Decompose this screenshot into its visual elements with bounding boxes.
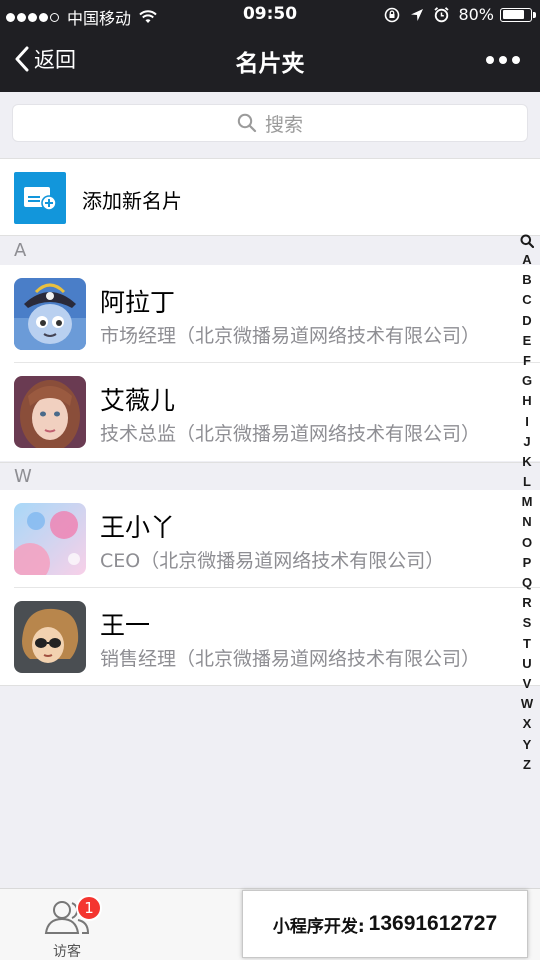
index-letter-a[interactable]: A <box>521 250 533 270</box>
cartoon-pirate-avatar <box>14 278 86 350</box>
location-icon <box>411 8 424 21</box>
index-letter-m[interactable]: M <box>521 492 533 512</box>
index-letter-y[interactable]: Y <box>521 735 533 755</box>
contact-name: 王小丫 <box>100 513 176 542</box>
add-card-label: 添加新名片 <box>82 189 182 213</box>
contact-row[interactable]: 艾薇儿 技术总监（北京微播易道网络技术有限公司） <box>0 363 540 461</box>
index-search-icon[interactable] <box>518 232 536 250</box>
section-header-w: W <box>0 462 540 490</box>
index-letter-x[interactable]: X <box>521 714 533 734</box>
promo-banner: 小程序开发: 13691612727 <box>242 890 528 958</box>
index-letter-j[interactable]: J <box>521 432 533 452</box>
index-letter-s[interactable]: S <box>521 613 533 633</box>
search-input[interactable]: 搜索 <box>12 104 528 142</box>
rotation-lock-icon <box>385 7 400 22</box>
battery-percent: 80% <box>458 5 494 24</box>
search-area: 搜索 <box>0 92 540 154</box>
page-title: 名片夹 <box>235 51 305 77</box>
index-letter-u[interactable]: U <box>521 654 533 674</box>
index-letter-o[interactable]: O <box>521 533 533 553</box>
status-bar: 中国移动 09:50 80% <box>0 0 540 30</box>
cartoon-sunglasses-avatar <box>14 601 86 673</box>
index-letter-h[interactable]: H <box>521 391 533 411</box>
index-letter-p[interactable]: P <box>521 553 533 573</box>
index-letter-g[interactable]: G <box>521 371 533 391</box>
index-letter-q[interactable]: Q <box>521 573 533 593</box>
index-letter-b[interactable]: B <box>521 270 533 290</box>
alarm-icon <box>434 7 450 23</box>
search-icon <box>237 113 257 133</box>
search-placeholder: 搜索 <box>264 113 303 136</box>
index-letter-l[interactable]: L <box>521 472 533 492</box>
promo-label: 小程序开发: <box>272 916 365 937</box>
contact-title: 销售经理（北京微播易道网络技术有限公司） <box>100 648 481 670</box>
promo-phone: 13691612727 <box>368 912 498 935</box>
tab-visitors-label: 访客 <box>53 944 81 960</box>
contact-row[interactable]: 王一 销售经理（北京微播易道网络技术有限公司） <box>0 588 540 686</box>
contact-name: 阿拉丁 <box>100 288 176 317</box>
contact-title: CEO（北京微播易道网络技术有限公司） <box>100 550 445 572</box>
index-letter-w[interactable]: W <box>521 694 533 714</box>
abstract-bubbles-avatar <box>14 503 86 575</box>
add-card-icon <box>14 172 66 224</box>
index-letter-t[interactable]: T <box>521 634 533 654</box>
status-right: 80% <box>383 5 536 24</box>
contact-title: 技术总监（北京微播易道网络技术有限公司） <box>100 423 481 445</box>
contact-row[interactable]: 王小丫 CEO（北京微播易道网络技术有限公司） <box>0 490 540 588</box>
girl-portrait-avatar <box>14 376 86 448</box>
contact-name: 艾薇儿 <box>100 386 176 415</box>
contact-row[interactable]: 阿拉丁 市场经理（北京微播易道网络技术有限公司） <box>0 265 540 363</box>
index-letter-i[interactable]: I <box>521 412 533 432</box>
index-letter-d[interactable]: D <box>521 311 533 331</box>
add-card-row[interactable]: 添加新名片 <box>0 158 540 236</box>
section-header-a: A <box>0 237 540 265</box>
index-letter-n[interactable]: N <box>521 512 533 532</box>
alphabet-index-bar[interactable]: ABCDEFGHIJKLMNOPQRSTUVWXYZ <box>518 232 536 775</box>
battery-icon <box>500 7 536 22</box>
contact-name: 王一 <box>100 611 151 640</box>
index-letter-f[interactable]: F <box>521 351 533 371</box>
nav-bar: 返回 名片夹 <box>0 30 540 92</box>
contact-title: 市场经理（北京微播易道网络技术有限公司） <box>100 325 481 347</box>
index-letter-v[interactable]: V <box>521 674 533 694</box>
index-letter-z[interactable]: Z <box>521 755 533 775</box>
index-letter-k[interactable]: K <box>521 452 533 472</box>
tab-visitors[interactable]: 1 访客 <box>24 889 110 960</box>
index-letter-e[interactable]: E <box>521 331 533 351</box>
header: 中国移动 09:50 80% 返回 名片夹 <box>0 0 540 92</box>
index-letter-r[interactable]: R <box>521 593 533 613</box>
notification-badge: 1 <box>76 895 102 921</box>
more-dots-icon[interactable] <box>481 56 520 64</box>
index-letter-c[interactable]: C <box>521 290 533 310</box>
